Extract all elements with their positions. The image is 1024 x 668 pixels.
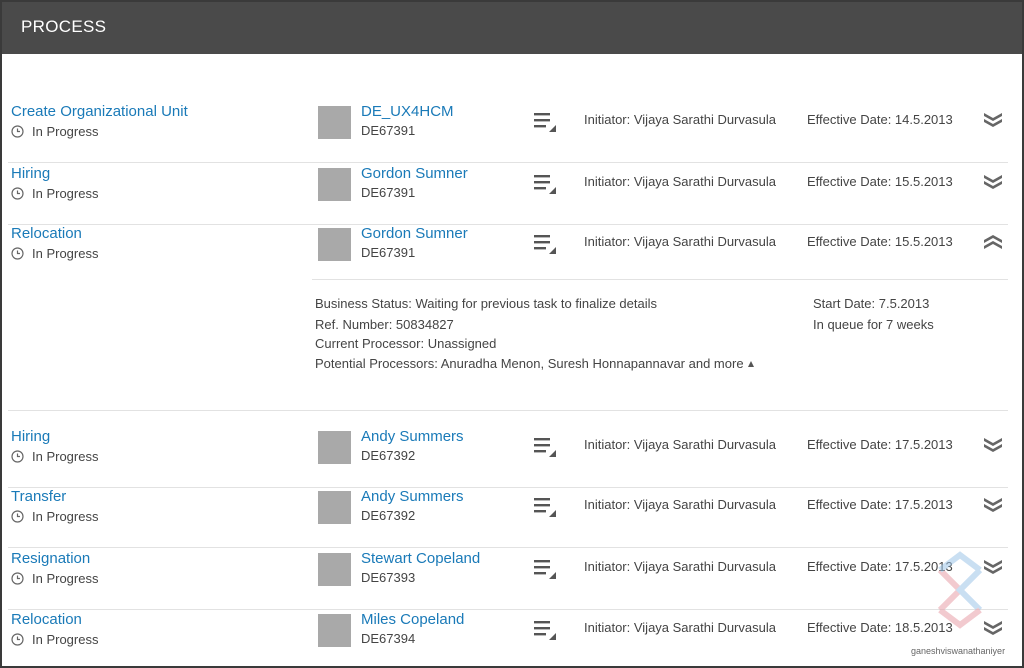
employee-name-link[interactable]: Miles Copeland bbox=[361, 611, 464, 628]
status-text: In Progress bbox=[32, 246, 99, 261]
initiator-text: Initiator: Vijaya Sarathi Durvasula bbox=[584, 559, 776, 574]
menu-lines-icon[interactable] bbox=[534, 436, 558, 458]
initiator-text: Initiator: Vijaya Sarathi Durvasula bbox=[584, 112, 776, 127]
process-name-link[interactable]: Hiring bbox=[11, 165, 50, 182]
process-row: Relocation In Progress Miles Copeland DE… bbox=[8, 611, 1008, 666]
status-label: In Progress bbox=[11, 124, 98, 139]
avatar bbox=[318, 168, 351, 201]
employee-id: DE67392 bbox=[361, 448, 416, 463]
avatar bbox=[318, 228, 351, 261]
watermark-text: ganeshviswanathaniyer bbox=[911, 646, 1006, 656]
employee-name-link[interactable]: DE_UX4HCM bbox=[361, 103, 454, 120]
status-text: In Progress bbox=[32, 571, 99, 586]
status-text: In Progress bbox=[32, 509, 99, 524]
avatar bbox=[318, 491, 351, 524]
effective-date: Effective Date: 17.5.2013 bbox=[807, 497, 953, 512]
process-name-link[interactable]: Hiring bbox=[11, 428, 50, 445]
process-name-link[interactable]: Create Organizational Unit bbox=[11, 103, 188, 120]
employee-name-link[interactable]: Andy Summers bbox=[361, 488, 464, 505]
initiator-text: Initiator: Vijaya Sarathi Durvasula bbox=[584, 497, 776, 512]
clock-icon bbox=[11, 510, 24, 523]
chevron-double-up-icon[interactable] bbox=[982, 231, 1004, 253]
employee-id: DE67394 bbox=[361, 631, 416, 646]
clock-icon bbox=[11, 247, 24, 260]
process-panel: PROCESS Create Organizational Unit In Pr… bbox=[0, 0, 1024, 668]
chevron-double-down-icon[interactable] bbox=[982, 434, 1004, 456]
process-name-link[interactable]: Resignation bbox=[11, 550, 90, 567]
chevron-double-down-icon[interactable] bbox=[982, 171, 1004, 193]
status-text: In Progress bbox=[32, 632, 99, 647]
panel-header: PROCESS bbox=[2, 2, 1022, 54]
menu-lines-icon[interactable] bbox=[534, 619, 558, 641]
clock-icon bbox=[11, 633, 24, 646]
employee-id: DE67391 bbox=[361, 185, 416, 200]
status-label: In Progress bbox=[11, 509, 98, 524]
watermark-logo bbox=[937, 551, 983, 629]
effective-date: Effective Date: 14.5.2013 bbox=[807, 112, 953, 127]
avatar bbox=[318, 106, 351, 139]
employee-name-link[interactable]: Gordon Sumner bbox=[361, 225, 468, 242]
initiator-text: Initiator: Vijaya Sarathi Durvasula bbox=[584, 620, 776, 635]
effective-date: Effective Date: 15.5.2013 bbox=[807, 174, 953, 189]
initiator-text: Initiator: Vijaya Sarathi Durvasula bbox=[584, 174, 776, 189]
process-name-link[interactable]: Transfer bbox=[11, 488, 66, 505]
status-label: In Progress bbox=[11, 632, 98, 647]
current-processor: Current Processor: Unassigned bbox=[315, 336, 497, 351]
potential-processors[interactable]: Potential Processors: Anuradha Menon, Su… bbox=[315, 356, 754, 371]
ref-number: Ref. Number: 50834827 bbox=[315, 317, 454, 332]
chevron-double-down-icon[interactable] bbox=[982, 109, 1004, 131]
employee-id: DE67391 bbox=[361, 245, 416, 260]
employee-id: DE67392 bbox=[361, 508, 416, 523]
clock-icon bbox=[11, 450, 24, 463]
initiator-text: Initiator: Vijaya Sarathi Durvasula bbox=[584, 234, 776, 249]
business-status: Business Status: Waiting for previous ta… bbox=[315, 296, 658, 311]
expand-triangle-icon bbox=[747, 361, 754, 367]
menu-lines-icon[interactable] bbox=[534, 173, 558, 195]
process-row: Hiring In Progress Gordon Sumner DE67391… bbox=[8, 165, 1008, 225]
avatar bbox=[318, 614, 351, 647]
process-name-link[interactable]: Relocation bbox=[11, 611, 82, 628]
process-row: Transfer In Progress Andy Summers DE6739… bbox=[8, 488, 1008, 548]
start-date: Start Date: 7.5.2013 bbox=[813, 296, 930, 311]
employee-name-link[interactable]: Gordon Sumner bbox=[361, 165, 468, 182]
menu-lines-icon[interactable] bbox=[534, 233, 558, 255]
queue-duration: In queue for 7 weeks bbox=[813, 317, 934, 332]
employee-id: DE67391 bbox=[361, 123, 416, 138]
menu-lines-icon[interactable] bbox=[534, 111, 558, 133]
clock-icon bbox=[11, 187, 24, 200]
avatar bbox=[318, 431, 351, 464]
process-row: Hiring In Progress Andy Summers DE67392 … bbox=[8, 428, 1008, 488]
status-text: In Progress bbox=[32, 449, 99, 464]
process-details-panel: Business Status: Waiting for previous ta… bbox=[312, 279, 1008, 411]
menu-lines-icon[interactable] bbox=[534, 558, 558, 580]
menu-lines-icon[interactable] bbox=[534, 496, 558, 518]
employee-name-link[interactable]: Stewart Copeland bbox=[361, 550, 480, 567]
status-label: In Progress bbox=[11, 571, 98, 586]
status-label: In Progress bbox=[11, 246, 98, 261]
process-row: Resignation In Progress Stewart Copeland… bbox=[8, 550, 1008, 610]
status-text: In Progress bbox=[32, 124, 99, 139]
potential-processors-text: Potential Processors: Anuradha Menon, Su… bbox=[315, 356, 744, 371]
process-name-link[interactable]: Relocation bbox=[11, 225, 82, 242]
page-title: PROCESS bbox=[21, 17, 107, 36]
clock-icon bbox=[11, 125, 24, 138]
initiator-text: Initiator: Vijaya Sarathi Durvasula bbox=[584, 437, 776, 452]
effective-date: Effective Date: 17.5.2013 bbox=[807, 437, 953, 452]
effective-date: Effective Date: 15.5.2013 bbox=[807, 234, 953, 249]
employee-name-link[interactable]: Andy Summers bbox=[361, 428, 464, 445]
status-text: In Progress bbox=[32, 186, 99, 201]
chevron-double-down-icon[interactable] bbox=[982, 494, 1004, 516]
avatar bbox=[318, 553, 351, 586]
employee-id: DE67393 bbox=[361, 570, 416, 585]
process-row: Create Organizational Unit In Progress D… bbox=[8, 103, 1008, 163]
status-label: In Progress bbox=[11, 449, 98, 464]
status-label: In Progress bbox=[11, 186, 98, 201]
clock-icon bbox=[11, 572, 24, 585]
